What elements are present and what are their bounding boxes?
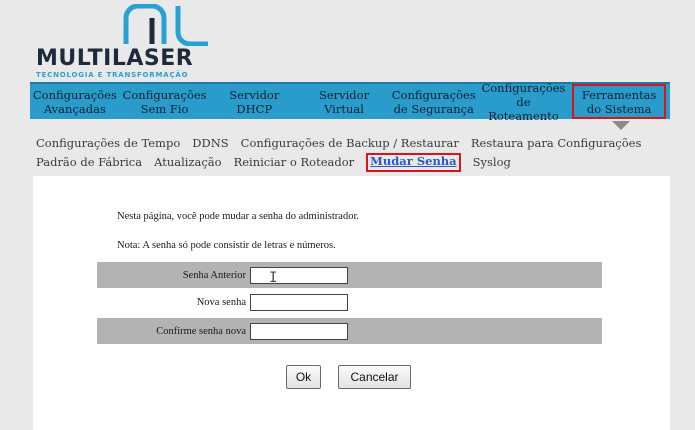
active-nav-arrow-icon <box>612 121 630 130</box>
nav-label-line1: Configurações <box>391 87 476 102</box>
nav-configuracoes-sem-fio[interactable]: Configurações Sem Fio <box>120 84 210 119</box>
nav-label-line2: Avançadas <box>43 101 106 116</box>
multilaser-logo: MULTILASER TECNOLOGIA E TRANSFORMAÇÃO <box>32 4 222 82</box>
nav-label-line2: de Roteamento <box>488 94 559 123</box>
nav-servidor-dhcp[interactable]: Servidor DHCP <box>209 84 299 119</box>
nav-label-line1: Servidor <box>318 87 370 102</box>
old-password-label: Senha Anterior <box>182 269 246 281</box>
sub-link-reiniciar-roteador[interactable]: Reiniciar o Roteador <box>234 153 355 172</box>
sub-link-mudar-senha[interactable]: Mudar Senha <box>366 153 461 172</box>
sub-link-restaura-configuracoes[interactable]: Restaura para Configurações <box>471 134 641 153</box>
sub-nav-row: Padrão de Fábrica Atualização Reiniciar … <box>36 153 666 172</box>
sub-link-atualizacao[interactable]: Atualização <box>154 153 221 172</box>
nav-configuracoes-seguranca[interactable]: Configurações de Segurança <box>389 84 479 119</box>
brand-tagline: TECNOLOGIA E TRANSFORMAÇÃO <box>36 71 189 79</box>
old-password-input[interactable] <box>250 266 348 284</box>
nav-label-line2: do Sistema <box>586 101 652 116</box>
logo-mark-icon <box>123 4 208 46</box>
sub-nav: Configurações de Tempo DDNS Configuraçõe… <box>36 134 666 172</box>
nav-label-line1: Configurações <box>122 87 207 102</box>
nav-label-line2: Virtual <box>324 101 364 116</box>
nav-label-line1: Servidor <box>229 87 280 102</box>
nav-servidor-virtual[interactable]: Servidor Virtual <box>299 84 389 119</box>
intro-text: Nesta página, você pode mudar a senha do… <box>117 211 360 222</box>
main-nav: Configurações Avançadas Configurações Sem … <box>30 80 670 123</box>
new-password-label: Nova senha <box>196 296 246 308</box>
sub-link-ddns[interactable]: DDNS <box>192 134 228 153</box>
confirm-password-label: Confirme senha nova <box>156 325 246 337</box>
change-password-panel: Nesta página, você pode mudar a senha do… <box>33 176 670 430</box>
nav-label-line2: Sem Fio <box>140 101 189 116</box>
sub-link-syslog[interactable]: Syslog <box>473 153 511 172</box>
cancel-button[interactable]: Cancelar <box>338 365 411 389</box>
text-cursor-icon: I <box>269 270 278 286</box>
ok-button[interactable]: Ok <box>286 365 321 389</box>
nav-label-line1: Configurações <box>32 87 117 102</box>
nav-label-line2: DHCP <box>236 101 273 116</box>
new-password-input[interactable] <box>250 293 348 311</box>
nav-ferramentas-do-sistema[interactable]: Ferramentas do Sistema <box>572 84 667 119</box>
confirm-password-row: Confirme senha nova <box>97 318 602 344</box>
nav-label-line1: Configurações <box>481 80 566 95</box>
old-password-row: Senha Anterior <box>97 262 602 288</box>
new-password-row: Nova senha <box>97 289 602 315</box>
nav-configuracoes-roteamento[interactable]: Configurações de Roteamento <box>479 80 569 123</box>
sub-link-backup-restaurar[interactable]: Configurações de Backup / Restaurar <box>241 134 459 153</box>
confirm-password-input[interactable] <box>250 322 348 340</box>
sub-link-configuracoes-de-tempo[interactable]: Configurações de Tempo <box>36 134 180 153</box>
nav-configuracoes-avancadas[interactable]: Configurações Avançadas <box>30 84 120 119</box>
brand-name: MULTILASER <box>36 46 194 71</box>
nav-label-line1: Ferramentas <box>581 87 657 102</box>
sub-nav-row: Configurações de Tempo DDNS Configuraçõe… <box>36 134 666 153</box>
sub-link-padrao-de-fabrica[interactable]: Padrão de Fábrica <box>36 153 142 172</box>
nav-label-line2: de Segurança <box>393 101 474 116</box>
note-text: Nota: A senha só pode consistir de letra… <box>117 240 336 251</box>
